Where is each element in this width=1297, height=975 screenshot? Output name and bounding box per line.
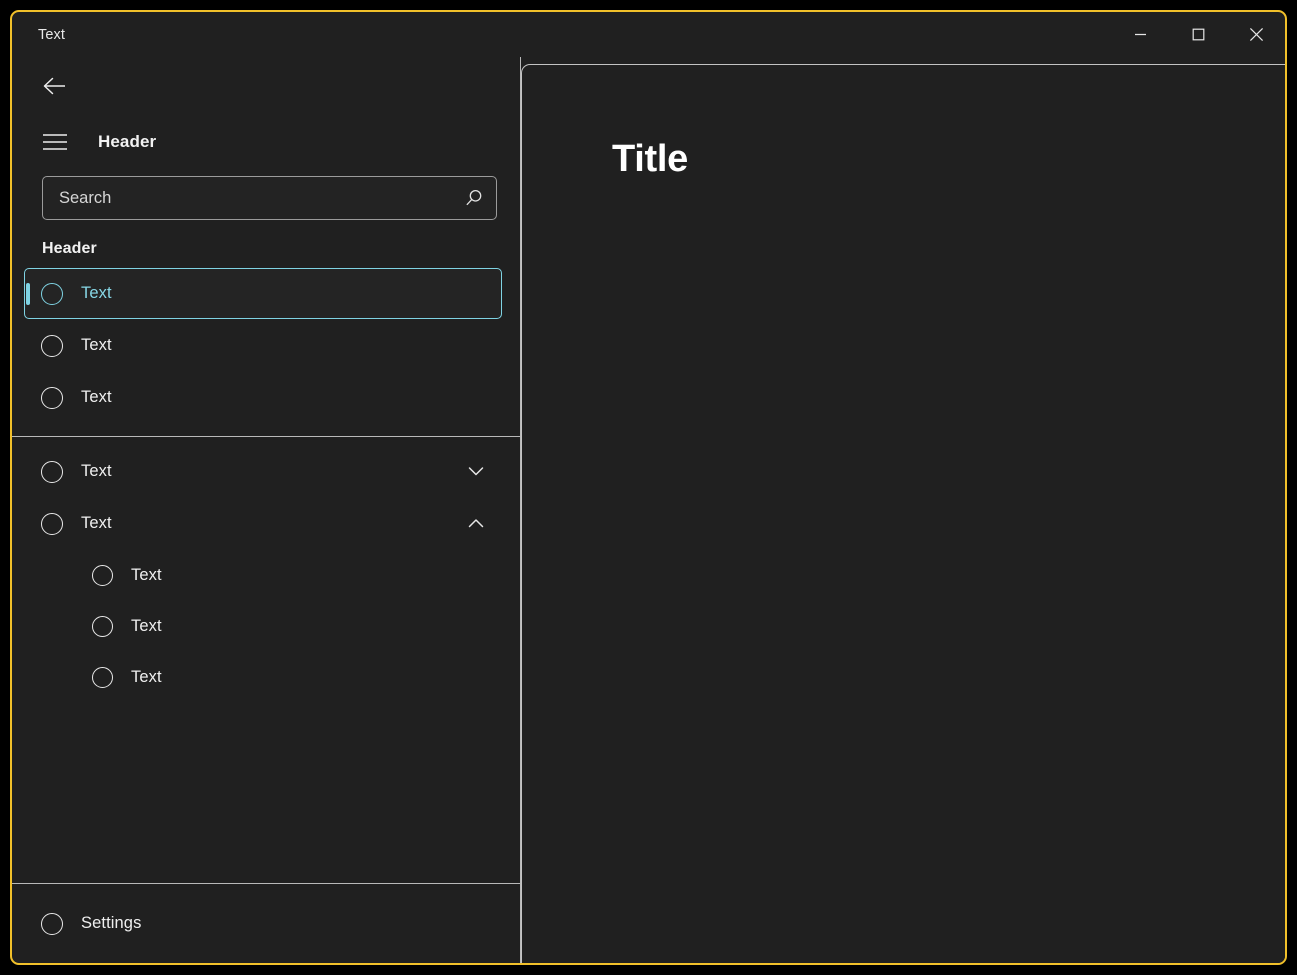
search-container: [12, 170, 520, 220]
window-title: Text: [38, 26, 65, 43]
app-window: Text Header Search Header Text Text Text…: [10, 10, 1287, 965]
circle-icon: [39, 511, 65, 537]
caption-button-group: [1111, 12, 1285, 57]
back-row: [12, 57, 520, 114]
menu-row: Header: [12, 114, 520, 170]
nav-item-settings[interactable]: Settings: [24, 898, 502, 949]
nav-item-expandable-expanded[interactable]: Text: [24, 498, 502, 549]
nav-subitem-label: Text: [131, 616, 162, 635]
nav-item-label: Settings: [81, 914, 142, 932]
nav-item-label: Text: [81, 514, 112, 532]
nav-group-primary: Header Text Text Text: [12, 220, 520, 424]
menu-header-label: Header: [98, 132, 157, 151]
navigation-sidebar: Header Header Text: [12, 57, 521, 963]
nav-item-label: Text: [81, 462, 112, 480]
circle-icon: [39, 911, 65, 937]
content-pane: Title: [521, 64, 1285, 963]
circle-icon: [89, 664, 115, 690]
nav-item-text-3[interactable]: Text: [24, 372, 502, 423]
hamburger-menu-button[interactable]: [30, 121, 80, 163]
nav-item-expandable-collapsed[interactable]: Text: [24, 446, 502, 497]
back-button[interactable]: [30, 66, 80, 106]
circle-icon: [39, 385, 65, 411]
nav-item-label: Text: [81, 388, 112, 406]
nav-subitem-text-1[interactable]: Text: [74, 550, 502, 600]
search-input[interactable]: [43, 188, 452, 208]
minimize-button[interactable]: [1111, 12, 1169, 57]
circle-icon: [89, 562, 115, 588]
page-title: Title: [612, 138, 688, 180]
nav-subitem-text-2[interactable]: Text: [74, 601, 502, 651]
title-bar: Text: [12, 12, 1285, 57]
selection-indicator: [26, 282, 30, 305]
nav-item-label: Text: [81, 336, 112, 354]
search-icon: [466, 189, 482, 206]
chevron-up-icon[interactable]: [465, 513, 487, 535]
nav-divider: [12, 436, 520, 437]
nav-group-secondary: Text Text Text Text Text: [12, 443, 520, 703]
back-arrow-icon: [43, 77, 65, 94]
nav-item-text-1[interactable]: Text: [24, 268, 502, 319]
circle-icon: [89, 613, 115, 639]
navigation-list: Header Text Text Text Text Text Text Tex…: [12, 220, 520, 883]
nav-footer: Settings: [12, 883, 520, 963]
footer-divider: [12, 883, 520, 884]
nav-subitem-label: Text: [131, 565, 162, 584]
nav-item-text-2[interactable]: Text: [24, 320, 502, 371]
hamburger-menu-icon: [43, 134, 67, 150]
circle-icon: [39, 281, 65, 307]
nav-subitem-text-3[interactable]: Text: [74, 652, 502, 702]
circle-icon: [39, 333, 65, 359]
search-box[interactable]: [42, 176, 497, 220]
nav-subitem-label: Text: [131, 667, 162, 686]
circle-icon: [39, 459, 65, 485]
nav-section-header: Header: [42, 240, 97, 257]
chevron-down-icon[interactable]: [465, 461, 487, 483]
maximize-icon: [1192, 28, 1204, 41]
maximize-button[interactable]: [1169, 12, 1227, 57]
search-button[interactable]: [452, 177, 496, 219]
close-icon: [1249, 27, 1263, 42]
close-button[interactable]: [1227, 12, 1285, 57]
minimize-icon: [1134, 33, 1146, 36]
nav-item-label: Text: [81, 284, 112, 302]
